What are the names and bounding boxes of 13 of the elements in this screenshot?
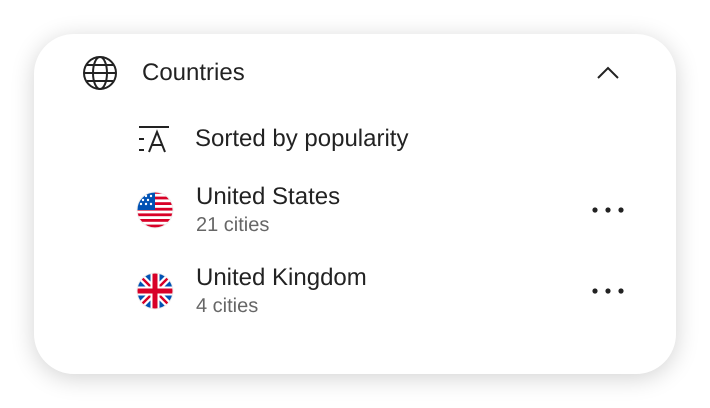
sort-icon xyxy=(138,125,170,153)
city-count: 21 cities xyxy=(196,213,270,238)
globe-icon xyxy=(82,55,118,91)
flag-icon xyxy=(136,272,174,310)
more-icon xyxy=(592,288,624,294)
section-title: Countries xyxy=(142,59,246,87)
flag-icon xyxy=(136,191,174,229)
chevron-icon xyxy=(596,66,620,80)
city-count: 4 cities xyxy=(196,294,260,319)
sort-label: Sorted by popularity xyxy=(195,125,408,153)
country-name: United Kingdom xyxy=(196,263,368,293)
country-name: United States xyxy=(196,182,342,212)
more-icon xyxy=(592,207,624,213)
